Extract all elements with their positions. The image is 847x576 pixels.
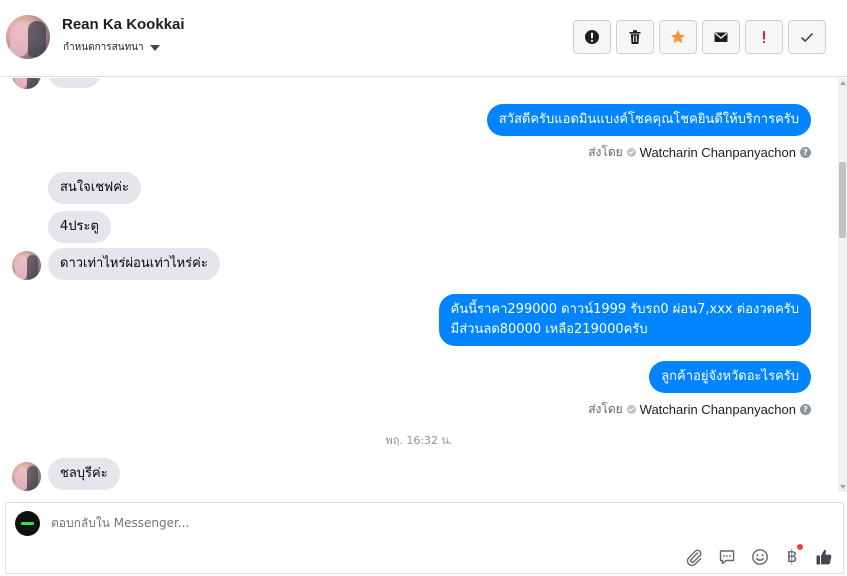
conversation-header: Rean Ka Kookkai กำหนดการสนทนา xyxy=(0,0,847,77)
star-icon xyxy=(671,30,685,44)
attach-file-button[interactable] xyxy=(684,547,704,567)
message-bubble-incoming-partial xyxy=(48,78,101,88)
sent-by-name[interactable]: Watcharin Chanpanyachon xyxy=(640,402,796,417)
notification-dot xyxy=(797,544,803,550)
envelope-icon xyxy=(714,32,728,42)
checkmark-icon xyxy=(800,32,814,43)
mark-spam-button[interactable] xyxy=(573,20,611,54)
message-thread[interactable]: สวัสดีครับแอดมินแบงค์โชคคุณโชคยินดีให้บร… xyxy=(0,78,838,492)
contact-avatar-small[interactable] xyxy=(12,462,41,491)
message-bubble-incoming: สนใจเชฟค่ะ xyxy=(48,172,141,204)
saved-replies-button[interactable] xyxy=(717,547,737,567)
alert-circle-icon xyxy=(585,30,599,44)
contact-name[interactable]: Rean Ka Kookkai xyxy=(62,16,185,33)
message-bubble-outgoing: ลูกค้าอยู่จังหวัดอะไรครับ xyxy=(649,361,811,393)
reply-composer: ฿ xyxy=(5,502,844,574)
contact-avatar-small[interactable] xyxy=(12,251,41,280)
message-line: มีส่วนลด80000 เหลือ219000ครับ xyxy=(450,322,648,337)
scroll-up-arrow-icon[interactable] xyxy=(840,81,846,85)
reply-input[interactable] xyxy=(51,516,651,530)
conversation-settings-dropdown[interactable]: กำหนดการสนทนา xyxy=(63,40,160,55)
done-button[interactable] xyxy=(788,20,826,54)
message-bubble-incoming: 4ประตู xyxy=(48,211,111,243)
message-bubble-outgoing: คันนี้ราคา299000 ดาวน์1999 รับรถ0 ผ่อน7,… xyxy=(438,294,811,346)
paperclip-icon xyxy=(686,549,702,566)
payment-button[interactable]: ฿ xyxy=(782,544,803,567)
page-avatar xyxy=(15,511,40,536)
message-timestamp: พฤ. 16:32 น. xyxy=(385,434,453,447)
caret-down-icon xyxy=(149,44,160,51)
verified-check-icon xyxy=(626,148,636,157)
scroll-down-arrow-icon[interactable] xyxy=(840,485,846,489)
chat-bubble-icon xyxy=(719,550,735,565)
verified-check-icon xyxy=(626,405,636,414)
message-bubble-incoming: ชลบุรีค่ะ xyxy=(48,458,120,490)
emoji-button[interactable] xyxy=(750,547,770,567)
contact-avatar[interactable] xyxy=(6,15,50,59)
message-bubble-incoming: ดาวเท่าไหร่ผ่อนเท่าไหร่ค่ะ xyxy=(48,248,220,280)
sent-by-name[interactable]: Watcharin Chanpanyachon xyxy=(640,145,796,160)
help-icon[interactable]: ? xyxy=(800,404,811,415)
smiley-icon xyxy=(752,549,768,565)
thumbs-up-icon xyxy=(816,549,832,565)
sent-by-attribution: ส่งโดย Watcharin Chanpanyachon ? xyxy=(588,143,811,162)
scroll-thumb[interactable] xyxy=(839,162,846,238)
like-button[interactable] xyxy=(814,547,834,567)
delete-button[interactable] xyxy=(616,20,654,54)
message-line: คันนี้ราคา299000 ดาวน์1999 รับรถ0 ผ่อน7,… xyxy=(450,302,799,317)
conversation-settings-label: กำหนดการสนทนา xyxy=(63,42,144,53)
baht-icon: ฿ xyxy=(786,547,798,567)
mark-unread-button[interactable] xyxy=(702,20,740,54)
star-button[interactable] xyxy=(659,20,697,54)
message-bubble-outgoing: สวัสดีครับแอดมินแบงค์โชคคุณโชคยินดีให้บร… xyxy=(486,104,811,136)
trash-icon xyxy=(629,30,641,44)
contact-avatar-small xyxy=(12,78,41,89)
sent-by-prefix: ส่งโดย xyxy=(588,145,623,159)
important-button[interactable] xyxy=(745,20,783,54)
message-scrollbar[interactable] xyxy=(838,78,847,492)
sent-by-prefix: ส่งโดย xyxy=(588,402,623,416)
sent-by-attribution: ส่งโดย Watcharin Chanpanyachon ? xyxy=(588,400,811,419)
help-icon[interactable]: ? xyxy=(800,147,811,158)
exclamation-icon xyxy=(763,31,765,43)
